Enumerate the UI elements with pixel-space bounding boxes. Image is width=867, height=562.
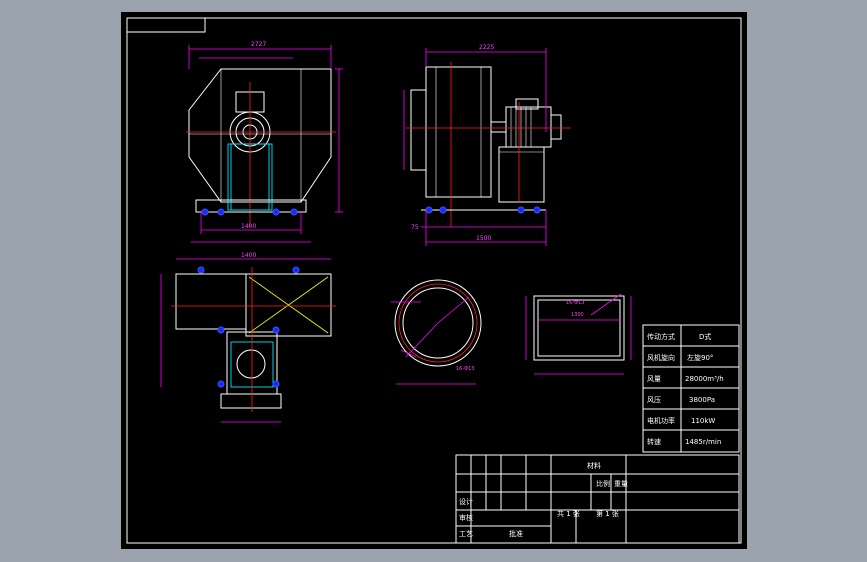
spec-label-3: 风量 bbox=[647, 375, 661, 383]
title-sheet-of-label: 第 1 张 bbox=[596, 509, 619, 518]
title-scale-label: 比例 bbox=[596, 479, 610, 488]
spec-table bbox=[642, 324, 740, 453]
spec-value-5: 110kW bbox=[691, 417, 715, 425]
spec-label-2: 风机旋向 bbox=[647, 353, 675, 362]
spec-label-4: 风压 bbox=[647, 396, 661, 404]
drawing-sheet: 2727 1400 2225 1500 75 1400 16-Φ13 16-Φ1… bbox=[121, 12, 747, 549]
spec-value-4: 3800Pa bbox=[689, 396, 715, 404]
spec-label-6: 转速 bbox=[647, 437, 661, 446]
outlet-dimension: 1300 bbox=[571, 312, 584, 318]
title-sheet-label: 共 1 张 bbox=[557, 509, 580, 518]
side-base-dimension: 1500 bbox=[476, 235, 491, 242]
title-process-label: 工艺 bbox=[459, 530, 473, 538]
spec-value-1: D式 bbox=[699, 332, 711, 341]
side-view: 2225 1500 75 bbox=[403, 44, 571, 246]
outlet-flange-view: 16-Φ13 1300 bbox=[525, 293, 632, 375]
outlet-bolt-note: 16-Φ13 bbox=[566, 300, 584, 306]
cad-viewer[interactable]: 2727 1400 2225 1500 75 1400 16-Φ13 16-Φ1… bbox=[0, 0, 867, 562]
side-left-dimension: 75 bbox=[411, 224, 419, 231]
spec-value-6: 1485r/min bbox=[685, 438, 721, 446]
title-checker-label: 审核 bbox=[459, 513, 473, 522]
spec-label-1: 传动方式 bbox=[647, 332, 675, 341]
inlet-bolt-note: 16-Φ13 bbox=[456, 366, 474, 372]
title-material-label: 材料 bbox=[587, 461, 601, 470]
top-view: 1400 bbox=[160, 252, 336, 423]
front-top-dimension: 2727 bbox=[251, 41, 266, 48]
title-approve-label: 批准 bbox=[509, 529, 523, 538]
top-view-dimension: 1400 bbox=[241, 252, 256, 259]
spec-value-2: 左旋90° bbox=[687, 353, 713, 362]
spec-value-3: 28000m³/h bbox=[685, 375, 724, 383]
front-base-dimension: 1400 bbox=[241, 223, 256, 230]
title-weight-label: 重量 bbox=[614, 480, 628, 488]
front-view: 2727 1400 bbox=[186, 41, 343, 243]
top-left-label-box bbox=[126, 17, 206, 33]
title-designer-label: 设计 bbox=[459, 497, 473, 506]
inlet-flange-view: 16-Φ13 bbox=[391, 279, 482, 385]
side-top-dimension: 2225 bbox=[479, 44, 494, 51]
spec-label-5: 电机功率 bbox=[647, 416, 675, 425]
